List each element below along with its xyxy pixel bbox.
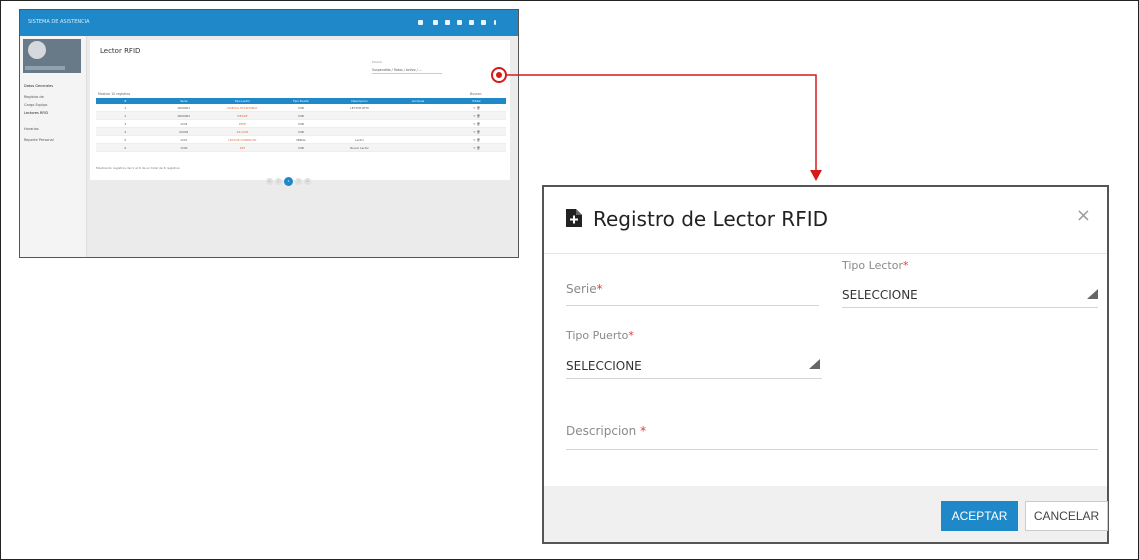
tipo-lector-underline	[842, 307, 1098, 308]
tipo-lector-label: Tipo Lector*	[842, 259, 909, 272]
accept-button[interactable]: ACEPTAR	[941, 501, 1018, 531]
serie-underline	[566, 305, 819, 306]
cancel-button[interactable]: CANCELAR	[1025, 501, 1108, 531]
register-reader-modal: Registro de Lector RFID × Serie* Tipo Le…	[542, 185, 1109, 544]
tipo-puerto-dropdown-icon[interactable]	[809, 359, 820, 369]
serie-field[interactable]: Serie*	[566, 282, 603, 296]
descripcion-field[interactable]: Descripcion *	[566, 424, 646, 438]
file-plus-icon	[566, 209, 582, 227]
tipo-puerto-label: Tipo Puerto*	[566, 329, 634, 342]
descripcion-underline	[566, 449, 1098, 450]
tipo-lector-select[interactable]: SELECCIONE	[842, 288, 918, 302]
modal-header: Registro de Lector RFID ×	[544, 187, 1107, 254]
tipo-puerto-select[interactable]: SELECCIONE	[566, 359, 642, 373]
tipo-puerto-underline	[566, 378, 822, 379]
tipo-lector-dropdown-icon[interactable]	[1087, 289, 1098, 299]
close-icon[interactable]: ×	[1076, 205, 1091, 226]
modal-title: Registro de Lector RFID	[593, 207, 828, 231]
modal-footer: ACEPTAR CANCELAR	[544, 486, 1108, 542]
